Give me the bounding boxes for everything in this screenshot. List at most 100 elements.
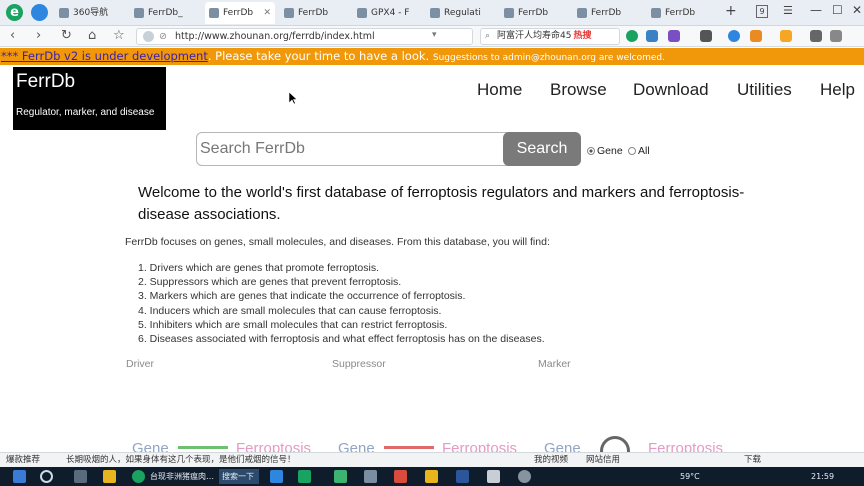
task-view-icon[interactable] (74, 470, 87, 483)
radio-selected-icon (587, 147, 595, 155)
shield-icon[interactable] (780, 30, 792, 42)
tab-favicon-icon (59, 8, 69, 18)
tab-favicon-icon (430, 8, 440, 18)
tab-favicon-icon (504, 8, 514, 18)
status-left-label[interactable]: 爆款推荐 (6, 453, 40, 467)
tab-regulati[interactable]: Regulati (426, 2, 496, 24)
maximize-icon[interactable]: ☐ (832, 3, 843, 17)
extension-icon[interactable] (626, 30, 638, 42)
browser-logo-icon[interactable]: e (6, 4, 23, 21)
browser-app-icon[interactable] (132, 470, 145, 483)
category-driver: Driver (126, 358, 154, 370)
star-icon[interactable]: ☆ (113, 28, 125, 43)
search-ext-icon[interactable] (728, 30, 740, 42)
search-icon[interactable] (40, 470, 53, 483)
tab-gpx4[interactable]: GPX4 - F (353, 2, 423, 24)
mouse-cursor-icon (289, 92, 297, 105)
radio-gene[interactable]: Gene (587, 145, 623, 157)
close-tab-icon[interactable]: ✕ (263, 2, 271, 24)
app-icon[interactable] (487, 470, 500, 483)
feature-list: 1. Drivers which are genes that promote … (138, 261, 545, 346)
back-icon[interactable]: ‹ (10, 28, 15, 43)
category-suppressor: Suppressor (332, 358, 386, 370)
list-item: 4. Inducers which are small molecules th… (138, 304, 442, 317)
tab-favicon-icon (209, 8, 219, 18)
tab-360[interactable]: 360导航 (55, 2, 125, 24)
taskbar-search[interactable]: 搜索一下 (219, 469, 259, 484)
search-icon: ⌕ (485, 31, 491, 41)
development-banner: *** FerrDb v2 is under development. Plea… (0, 48, 864, 65)
app-icon[interactable] (364, 470, 377, 483)
windows-taskbar: 台现非洲猪瘟肉… 搜索一下 59°C 21:59 (0, 467, 864, 486)
status-credit[interactable]: 网站信用 (586, 453, 620, 467)
tab-ferrdb-3[interactable]: FerrDb (280, 2, 350, 24)
game-icon[interactable] (750, 30, 762, 42)
home-icon[interactable]: ⌂ (88, 28, 96, 43)
reload-icon[interactable]: ↻ (61, 28, 72, 43)
new-tab-icon[interactable]: + (725, 3, 737, 19)
grid-icon[interactable] (810, 30, 822, 42)
browser-status-bar: 爆款推荐 长期吸烟的人，如果身体有这几个表现，是他们戒烟的信号！ 我的视频 网站… (0, 452, 864, 467)
edge-icon[interactable] (270, 470, 283, 483)
list-item: 1. Drivers which are genes that promote … (138, 262, 380, 274)
tab-favicon-icon (577, 8, 587, 18)
nav-home[interactable]: Home (477, 80, 522, 100)
extension-icon[interactable] (646, 30, 658, 42)
banner-text: . Please take your time to have a look. (207, 49, 430, 63)
browser-nav-icon[interactable] (31, 4, 48, 21)
undo-icon[interactable] (830, 30, 842, 42)
banner-link[interactable]: *** FerrDb v2 is under development (1, 49, 208, 63)
category-marker: Marker (538, 358, 571, 370)
main-navigation: Home Browse Download Utilities Help (0, 80, 864, 102)
tab-favicon-icon (284, 8, 294, 18)
minimize-icon[interactable]: — (810, 3, 822, 17)
close-window-icon[interactable]: ✕ (852, 3, 862, 17)
forward-icon[interactable]: › (36, 28, 41, 43)
promote-arrow-icon (178, 446, 228, 449)
tab-ferrdb-8[interactable]: FerrDb (647, 2, 717, 24)
radio-all[interactable]: All (628, 145, 650, 157)
status-download[interactable]: 下载 (744, 453, 761, 467)
scissors-icon[interactable] (700, 30, 712, 42)
nav-utilities[interactable]: Utilities (737, 80, 792, 100)
tab-favicon-icon (134, 8, 144, 18)
start-icon[interactable] (13, 470, 26, 483)
banner-suggestion: Suggestions to admin@zhounan.org are wel… (432, 53, 666, 63)
taskbar-app-title[interactable]: 台现非洲猪瘟肉… (150, 470, 214, 483)
status-news[interactable]: 长期吸烟的人，如果身体有这几个表现，是他们戒烟的信号！ (66, 453, 296, 467)
list-item: 5. Inhibiters which are small molecules … (138, 318, 448, 331)
list-item: 6. Diseases associated with ferroptosis … (138, 332, 545, 345)
url-field[interactable]: ⊘ http://www.zhounan.org/ferrdb/index.ht… (136, 28, 473, 45)
nav-help[interactable]: Help (820, 80, 855, 100)
list-item: 2. Suppressors which are genes that prev… (138, 276, 402, 289)
app-icon[interactable] (334, 470, 347, 483)
tab-counter-badge[interactable]: 9 (756, 5, 768, 18)
ferrdb-search-input[interactable]: Search FerrDb (196, 132, 512, 166)
tab-ferrdb-active[interactable]: FerrDb ✕ (205, 2, 275, 24)
app-icon[interactable] (298, 470, 311, 483)
tab-ferrdb-1[interactable]: FerrDb_ (130, 2, 200, 24)
dropdown-icon[interactable]: ▾ (432, 30, 437, 40)
app-icon[interactable] (103, 470, 116, 483)
site-security-icon (143, 31, 154, 42)
folder-icon[interactable] (425, 470, 438, 483)
list-item: 3. Markers which are genes that indicate… (138, 290, 466, 303)
tab-ferrdb-7[interactable]: FerrDb (573, 2, 643, 24)
tab-favicon-icon (357, 8, 367, 18)
menu-icon[interactable]: ☰ (783, 4, 793, 17)
word-icon[interactable] (456, 470, 469, 483)
search-button[interactable]: Search (503, 132, 581, 166)
nav-download[interactable]: Download (633, 80, 709, 100)
nav-browse[interactable]: Browse (550, 80, 607, 100)
app-icon[interactable] (394, 470, 407, 483)
tab-ferrdb-6[interactable]: FerrDb (500, 2, 570, 24)
welcome-heading: Welcome to the world's first database of… (138, 184, 745, 223)
cpu-temperature: 59°C (680, 472, 700, 481)
radio-unselected-icon (628, 147, 636, 155)
extension-icon[interactable] (668, 30, 680, 42)
status-video[interactable]: 我的视频 (534, 453, 568, 467)
site-tagline: Regulator, marker, and disease (16, 107, 155, 118)
taskbar-clock[interactable]: 21:59 (811, 470, 834, 483)
app-icon[interactable] (518, 470, 531, 483)
browser-search-field[interactable]: ⌕ 阿富汗人均寿命45 热搜 (480, 28, 620, 45)
